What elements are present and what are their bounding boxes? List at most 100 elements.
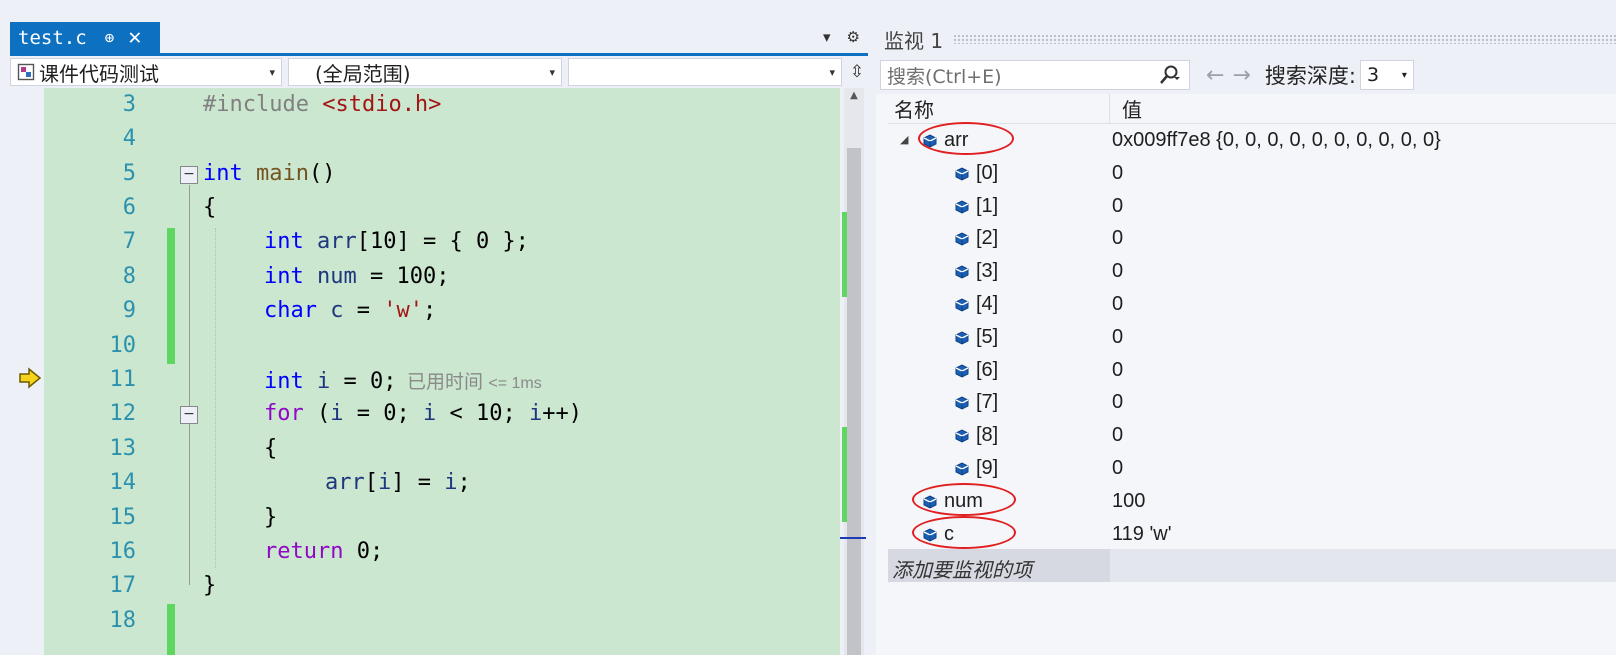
code-line[interactable]: return 0;	[264, 539, 383, 564]
code-line[interactable]: int arr[10] = { 0 };	[264, 229, 529, 254]
code-token: ] =	[391, 470, 445, 495]
watch-value: 0	[1112, 457, 1124, 479]
perf-tip[interactable]: 已用时间 <= 1ms	[396, 372, 542, 393]
watch-row[interactable]: [4] 0	[888, 288, 1616, 321]
watch-name: [3]	[976, 260, 999, 283]
gear-icon[interactable]: ⚙	[847, 28, 860, 46]
watch-row[interactable]: [0] 0	[888, 157, 1616, 190]
code-line[interactable]: {	[203, 195, 216, 220]
scrollbar-change-marker	[842, 427, 847, 522]
editor-tab-row: test.c ⊕ ✕ ▾ ⚙	[10, 22, 868, 56]
string-token: 'w'	[383, 298, 423, 323]
add-watch-label: 添加要监视的项	[888, 549, 1110, 582]
watch-row[interactable]: [8] 0	[888, 419, 1616, 452]
chevron-down-icon: ▾	[1401, 70, 1407, 81]
vertical-scrollbar[interactable]: ▲	[844, 88, 864, 655]
scroll-up-icon[interactable]: ▲	[844, 90, 864, 101]
line-number: 9	[122, 298, 136, 323]
scrollbar-thumb[interactable]	[847, 148, 861, 655]
search-icon[interactable]	[1159, 64, 1181, 90]
member-dropdown[interactable]: ▾	[568, 58, 842, 86]
watch-title: 监视 1	[884, 28, 944, 53]
col-header-name[interactable]: 名称	[888, 94, 1110, 123]
code-line[interactable]: int num = 100;	[264, 264, 449, 289]
watch-row[interactable]: [9] 0	[888, 452, 1616, 485]
project-dropdown[interactable]: 课件代码测试 ▾	[10, 58, 282, 86]
code-token: = 0;	[330, 369, 397, 394]
pin-icon[interactable]: ⊕	[105, 28, 115, 47]
line-number: 18	[109, 608, 137, 633]
search-input[interactable]: 搜索(Ctrl+E)	[880, 60, 1190, 90]
watch-row[interactable]: [2] 0	[888, 222, 1616, 255]
watch-value: 0	[1112, 161, 1124, 184]
watch-name: [5]	[976, 325, 999, 348]
tab-dropdown-icon[interactable]: ▾	[823, 28, 831, 46]
code-line[interactable]: }	[203, 573, 216, 598]
watch-row[interactable]: [7] 0	[888, 386, 1616, 419]
navigation-bar: 课件代码测试 ▾ (全局范围) ▾ ▾ ⇳	[10, 56, 868, 88]
watch-row[interactable]: [6] 0	[888, 354, 1616, 387]
close-icon[interactable]: ✕	[128, 26, 141, 49]
watch-row[interactable]: c 119 'w'	[888, 515, 1616, 551]
change-indicator	[167, 604, 175, 655]
variable-token: c	[316, 298, 344, 323]
code-area[interactable]: − − 3 4 5 6 7 8 9 10 11 12 13 14 15 16 1…	[10, 88, 840, 655]
chevron-down-icon: ▾	[549, 66, 555, 79]
search-placeholder: 搜索(Ctrl+E)	[887, 65, 1002, 88]
line-number: 15	[109, 505, 137, 530]
code-editor-pane: test.c ⊕ ✕ ▾ ⚙ 课件代码测试 ▾ (全局范围) ▾ ▾ ⇳ − −…	[10, 22, 868, 655]
code-line[interactable]: char c = 'w';	[264, 298, 436, 323]
code-token: ;	[422, 298, 437, 323]
watch-value: 0	[1112, 293, 1124, 315]
variable-icon	[954, 459, 970, 476]
keyword-token: int	[264, 369, 304, 394]
keyword-token: int	[264, 264, 304, 289]
tab-test-c[interactable]: test.c ⊕ ✕	[10, 22, 160, 53]
code-line[interactable]: int main()	[203, 161, 335, 186]
code-token: ;	[457, 470, 471, 495]
watch-row[interactable]: [1] 0	[888, 190, 1616, 223]
code-line[interactable]: for (i = 0; i < 10; i++)	[264, 401, 582, 426]
code-line[interactable]: }	[264, 505, 277, 530]
project-label: 课件代码测试	[39, 61, 159, 86]
code-line[interactable]: #include <stdio.h>	[203, 92, 441, 117]
code-token: (	[303, 401, 331, 426]
split-window-icon[interactable]: ⇳	[846, 58, 868, 86]
line-number: 6	[122, 195, 136, 220]
line-number: 4	[122, 126, 136, 151]
watch-row[interactable]: num 100	[888, 482, 1616, 518]
variable-token: arr	[325, 470, 365, 495]
code-token: < 10;	[436, 401, 529, 426]
header-token: <stdio.h>	[322, 92, 442, 117]
code-line[interactable]: arr[i] = i;	[325, 470, 471, 495]
code-line-current[interactable]: int i = 0; 已用时间 <= 1ms	[264, 367, 542, 394]
line-number: 11	[109, 367, 137, 392]
search-depth-dropdown[interactable]: 3 ▾	[1359, 60, 1414, 90]
watch-value: 0	[1112, 391, 1124, 414]
watch-name: [1]	[976, 194, 999, 217]
scope-dropdown[interactable]: (全局范围) ▾	[288, 58, 562, 86]
watch-value: 100	[1112, 489, 1146, 512]
tab-label: test.c	[18, 26, 87, 49]
fold-toggle-main[interactable]: −	[180, 166, 198, 184]
watch-row[interactable]: [5] 0	[888, 321, 1616, 354]
watch-name: [2]	[976, 227, 999, 250]
watch-row[interactable]: [3] 0	[888, 255, 1616, 288]
watch-title-bar[interactable]: 监视 1	[876, 22, 1616, 56]
search-depth-label: 搜索深度:	[1264, 64, 1356, 88]
code-line[interactable]: {	[264, 436, 277, 461]
watch-empty-area	[876, 582, 1616, 655]
elapsed-label: 已用时间	[407, 372, 484, 393]
watch-row[interactable]: ◢ arr 0x009ff7e8 {0, 0, 0, 0, 0, 0, 0, 0, …	[888, 122, 1616, 157]
watch-window: 监视 1 搜索(Ctrl+E) ←→ 搜索深度: 3 ▾ 名称 值 ◢ arr 0x…	[876, 22, 1616, 655]
expand-triangle-icon[interactable]: ◢	[900, 133, 908, 146]
code-token: ++)	[542, 401, 582, 426]
col-header-value[interactable]: 值	[1110, 94, 1142, 123]
search-nav-arrows-icon[interactable]: ←→	[1206, 63, 1259, 88]
line-number: 17	[109, 573, 137, 598]
code-token: = 0;	[343, 401, 423, 426]
add-watch-row[interactable]: 添加要监视的项	[888, 549, 1616, 582]
keyword-token: return	[264, 539, 344, 564]
line-number: 5	[122, 161, 136, 186]
fold-toggle-for[interactable]: −	[180, 406, 198, 424]
